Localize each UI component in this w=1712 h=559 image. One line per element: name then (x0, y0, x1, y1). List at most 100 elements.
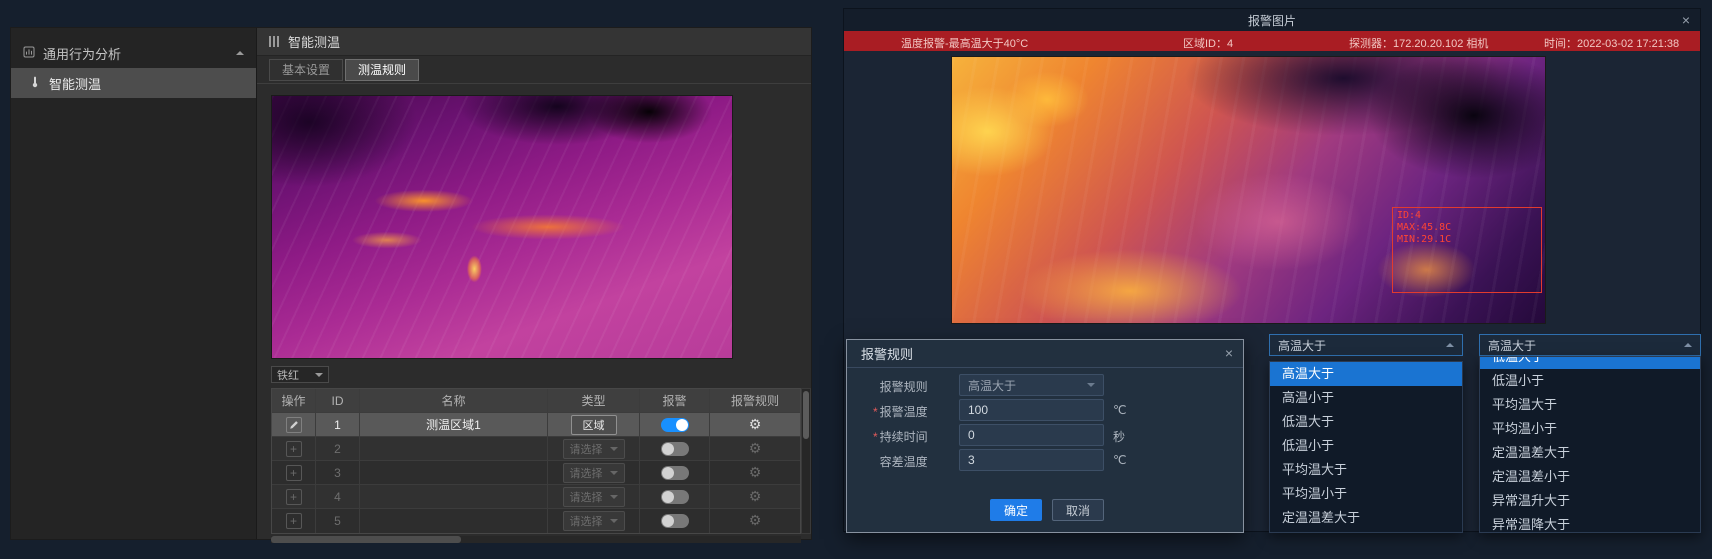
add-icon[interactable]: + (286, 441, 302, 457)
chevron-down-icon (315, 373, 323, 377)
sidebar-item-label: 智能测温 (49, 74, 101, 93)
add-icon[interactable]: + (286, 489, 302, 505)
option-item[interactable]: 低温大于 (1270, 410, 1462, 434)
alarm-rule-select[interactable]: 高温大于 (959, 374, 1104, 396)
alarm-toggle[interactable] (661, 490, 689, 504)
row-id: 3 (316, 461, 360, 484)
field-label: 容差温度 (880, 455, 928, 469)
alarm-toggle[interactable] (661, 514, 689, 528)
alarm-image-window: 报警图片 × 温度报警-最高温大于40°C 区域ID：4 探测器：172.20.… (843, 8, 1701, 532)
table-row[interactable]: 1 测温区域1 区域 ⚙ (272, 413, 800, 437)
table-row[interactable]: + 2 请选择 ⚙ (272, 437, 800, 461)
row-name (360, 485, 548, 508)
sidebar-item-label: 通用行为分析 (43, 44, 121, 63)
desktop: 通用行为分析 智能测温 智能测温 基本设置 测温规则 (0, 0, 1712, 559)
column-header: 报警规则 (710, 389, 800, 412)
sidebar-item-smart-thermometry[interactable]: 智能测温 (11, 68, 256, 98)
annotation-min: MIN:29.1C (1397, 234, 1537, 246)
required-asterisk: * (873, 405, 878, 419)
row-name: 测温区域1 (360, 413, 548, 436)
dialog-header: 报警规则 × (847, 340, 1243, 368)
field-label: 报警规则 (880, 380, 928, 394)
form-row: *容差温度 ℃ (847, 449, 1243, 471)
cancel-button[interactable]: 取消 (1052, 499, 1104, 521)
table-row[interactable]: + 5 请选择 ⚙ (272, 509, 800, 533)
chevron-down-icon (1087, 383, 1095, 387)
region-annotation-box: ID:4 MAX:45.8C MIN:29.1C (1392, 207, 1542, 293)
alarm-toggle[interactable] (661, 418, 689, 432)
option-item[interactable]: 定温温差小于 (1270, 530, 1462, 533)
table-row[interactable]: + 4 请选择 ⚙ (272, 485, 800, 509)
option-item[interactable]: 定温温差大于 (1480, 441, 1700, 465)
alarm-detector: 探测器：172.20.20.102 相机 (1349, 35, 1488, 51)
option-item[interactable]: 低温大于 (1480, 356, 1700, 369)
tolerance-temperature-input[interactable] (959, 449, 1104, 471)
window-titlebar: 报警图片 × (844, 9, 1700, 31)
ok-button[interactable]: 确定 (990, 499, 1042, 521)
option-item[interactable]: 平均温大于 (1270, 458, 1462, 482)
row-name (360, 509, 548, 533)
menu-bars-icon (269, 36, 279, 47)
option-item[interactable]: 平均温大于 (1480, 393, 1700, 417)
alarm-toggle[interactable] (661, 466, 689, 480)
option-item[interactable]: 定温温差小于 (1480, 465, 1700, 489)
smart-thermometry-window: 通用行为分析 智能测温 智能测温 基本设置 测温规则 (10, 27, 812, 540)
form-row: *报警温度 ℃ (847, 399, 1243, 421)
option-item[interactable]: 异常温降大于 (1480, 513, 1700, 533)
table-row[interactable]: + 3 请选择 ⚙ (272, 461, 800, 485)
table-horizontal-scrollbar[interactable] (271, 536, 801, 543)
form-row: *持续时间 秒 (847, 424, 1243, 446)
alarm-region-id: 区域ID：4 (1183, 35, 1233, 51)
field-label: 持续时间 (880, 430, 928, 444)
behavior-analysis-icon (23, 46, 35, 61)
edit-icon[interactable] (286, 417, 302, 433)
alarm-time: 时间：2022-03-02 17:21:38 (1544, 35, 1679, 51)
close-icon[interactable]: × (1225, 346, 1233, 360)
tab-thermometry-rules[interactable]: 测温规则 (345, 59, 419, 81)
close-icon[interactable]: × (1682, 13, 1690, 27)
option-item[interactable]: 高温大于 (1270, 362, 1462, 386)
rule-type-select-left[interactable]: 高温大于 (1269, 334, 1463, 356)
annotation-id: ID:4 (1397, 210, 1537, 222)
add-icon[interactable]: + (286, 465, 302, 481)
rule-options-list-left: 高温大于 高温小于 低温大于 低温小于 平均温大于 平均温小于 定温温差大于 定… (1269, 361, 1463, 533)
required-asterisk: * (873, 430, 878, 444)
row-name (360, 461, 548, 484)
option-item[interactable]: 平均温小于 (1480, 417, 1700, 441)
option-item[interactable]: 低温小于 (1480, 369, 1700, 393)
type-select: 请选择 (563, 511, 625, 531)
gear-icon[interactable]: ⚙ (749, 418, 762, 432)
form-row: *报警规则 高温大于 (847, 374, 1243, 396)
row-id: 4 (316, 485, 360, 508)
option-item[interactable]: 异常温升大于 (1480, 489, 1700, 513)
alarm-rule-dialog: 报警规则 × *报警规则 高温大于 *报警温度 ℃ *持续时间 秒 (846, 339, 1244, 533)
column-header: 类型 (548, 389, 640, 412)
table-header-row: 操作 ID 名称 类型 报警 报警规则 (272, 389, 800, 413)
option-item[interactable]: 低温小于 (1270, 434, 1462, 458)
chevron-down-icon (610, 447, 618, 451)
palette-select[interactable]: 铁红 (271, 366, 329, 383)
table-vertical-scrollbar[interactable] (801, 388, 811, 534)
add-icon[interactable]: + (286, 513, 302, 529)
tab-basic-settings[interactable]: 基本设置 (269, 59, 343, 81)
option-item[interactable]: 平均温小于 (1270, 482, 1462, 506)
duration-input[interactable] (959, 424, 1104, 446)
chevron-down-icon (610, 495, 618, 499)
type-chip[interactable]: 区域 (571, 415, 617, 435)
option-item[interactable]: 高温小于 (1270, 386, 1462, 410)
alarm-toggle[interactable] (661, 442, 689, 456)
thermal-preview-image (271, 95, 733, 359)
row-id: 1 (316, 413, 360, 436)
regions-table: 操作 ID 名称 类型 报警 报警规则 1 (271, 388, 801, 534)
alarm-message: 温度报警-最高温大于40°C (901, 35, 1028, 51)
row-id: 5 (316, 509, 360, 533)
alarm-temperature-input[interactable] (959, 399, 1104, 421)
option-item[interactable]: 定温温差大于 (1270, 506, 1462, 530)
palette-value: 铁红 (277, 367, 299, 383)
panel-header: 智能测温 (257, 28, 811, 56)
rule-type-select-right[interactable]: 高温大于 (1479, 334, 1701, 356)
chevron-down-icon (610, 519, 618, 523)
sidebar-item-behavior-analysis[interactable]: 通用行为分析 (11, 38, 256, 68)
row-name (360, 437, 548, 460)
gear-icon: ⚙ (749, 466, 762, 480)
